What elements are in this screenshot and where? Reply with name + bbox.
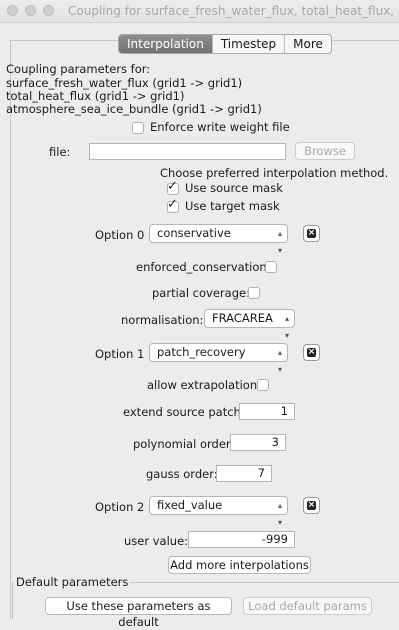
minimize-window-icon[interactable] xyxy=(25,5,36,16)
normalisation-label: normalisation: xyxy=(121,313,204,327)
tab-bar: Interpolation Timestep More xyxy=(118,34,332,54)
option-2-select[interactable]: fixed_value ▴ ▾ xyxy=(149,496,288,527)
option-1-select[interactable]: patch_recovery ▴ ▾ xyxy=(149,343,288,374)
param-line-1: surface_fresh_water_flux (grid1 -> grid1… xyxy=(6,76,243,90)
polynomial-order-input[interactable]: 3 xyxy=(230,434,286,451)
option-0-select[interactable]: conservative ▴ ▾ xyxy=(149,224,288,255)
extend-source-patch-label: extend source patch: xyxy=(123,405,245,419)
window-title: Coupling for surface_fresh_water_flux, t… xyxy=(68,4,396,18)
file-label: file: xyxy=(49,145,71,159)
default-parameters-label: Default parameters xyxy=(14,575,131,589)
enforced-conservation-label: enforced_conservation: xyxy=(136,260,271,274)
enforced-conservation-checkbox[interactable] xyxy=(265,261,277,273)
partial-coverage-checkbox[interactable] xyxy=(248,287,260,299)
zoom-window-icon[interactable] xyxy=(43,5,54,16)
remove-option-icon: × xyxy=(307,228,316,238)
tab-more[interactable]: More xyxy=(285,35,331,53)
option-2-label: Option 2 xyxy=(95,500,145,514)
gauss-order-label: gauss order: xyxy=(146,467,218,481)
polynomial-order-label: polynomial order: xyxy=(133,437,235,451)
user-value-label: user value: xyxy=(124,534,189,548)
option-1-value: patch_recovery xyxy=(157,345,246,359)
remove-option-1-button[interactable]: × xyxy=(303,344,320,361)
allow-extrapolation-label: allow extrapolation: xyxy=(147,378,261,392)
coupling-window: Coupling for surface_fresh_water_flux, t… xyxy=(0,0,399,629)
close-window-icon[interactable] xyxy=(7,5,18,16)
remove-option-icon: × xyxy=(307,347,316,357)
checkmark-icon: ✓ xyxy=(167,179,178,194)
partial-coverage-label: partial coverage: xyxy=(152,286,250,300)
method-prompt: Choose preferred interpolation method. xyxy=(160,166,389,180)
extend-source-patch-input[interactable]: 1 xyxy=(239,403,295,420)
use-target-mask-label: Use target mask xyxy=(185,199,280,213)
enforce-write-checkbox[interactable] xyxy=(132,122,144,134)
allow-extrapolation-checkbox[interactable] xyxy=(257,379,269,391)
browse-button[interactable]: Browse xyxy=(295,142,355,160)
param-line-3: atmosphere_sea_ice_bundle (grid1 -> grid… xyxy=(6,102,262,116)
remove-option-2-button[interactable]: × xyxy=(303,497,320,514)
gauss-order-input[interactable]: 7 xyxy=(216,465,272,482)
load-default-params-button[interactable]: Load default params xyxy=(243,597,372,615)
remove-option-icon: × xyxy=(307,500,316,510)
select-arrows-icon: ▴ ▾ xyxy=(277,229,282,255)
user-value-input[interactable]: -999 xyxy=(188,531,295,548)
normalisation-value: FRACAREA xyxy=(212,311,273,325)
add-more-interpolations-button[interactable]: Add more interpolations xyxy=(168,556,311,574)
select-arrows-icon: ▴ ▾ xyxy=(277,501,282,527)
use-as-default-button[interactable]: Use these parameters as default xyxy=(45,597,232,629)
option-1-label: Option 1 xyxy=(95,347,145,361)
enforce-write-label: Enforce write weight file xyxy=(150,120,290,134)
tab-timestep[interactable]: Timestep xyxy=(213,35,286,53)
normalisation-select[interactable]: FRACAREA ▴ ▾ xyxy=(204,309,295,340)
option-2-value: fixed_value xyxy=(157,498,223,512)
select-arrows-icon: ▴ ▾ xyxy=(284,314,289,340)
title-bar[interactable]: Coupling for surface_fresh_water_flux, t… xyxy=(0,0,399,23)
option-0-label: Option 0 xyxy=(95,228,145,242)
use-source-mask-label: Use source mask xyxy=(185,181,283,195)
remove-option-0-button[interactable]: × xyxy=(303,225,320,242)
select-arrows-icon: ▴ ▾ xyxy=(277,348,282,374)
tab-interpolation[interactable]: Interpolation xyxy=(119,35,213,53)
param-line-2: total_heat_flux (grid1 -> grid1) xyxy=(6,89,185,103)
params-header: Coupling parameters for: xyxy=(6,62,151,76)
file-input[interactable] xyxy=(89,143,286,160)
checkmark-icon: ✓ xyxy=(167,197,178,212)
option-0-value: conservative xyxy=(157,226,231,240)
